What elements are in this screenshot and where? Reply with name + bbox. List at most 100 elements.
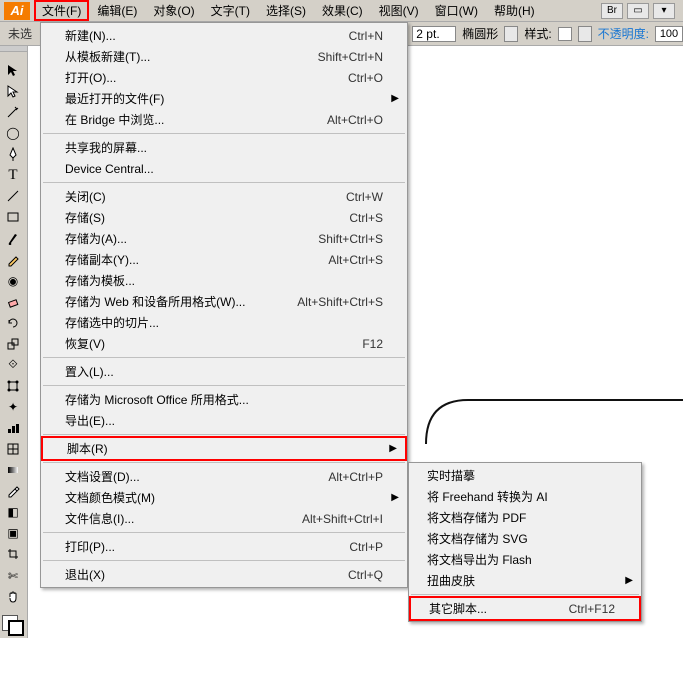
tool-magic-wand[interactable]	[0, 102, 26, 123]
submenu-arrow-icon: ▶	[391, 93, 399, 104]
tool-symbol-sprayer[interactable]: ✦	[0, 396, 26, 417]
file-menu-item[interactable]: 导出(E)...	[41, 410, 407, 431]
file-menu-item[interactable]: 文档设置(D)...Alt+Ctrl+P	[41, 466, 407, 487]
color-swatches[interactable]	[0, 613, 26, 638]
tool-direct-select[interactable]	[0, 81, 26, 102]
file-menu-item[interactable]: 共享我的屏幕...	[41, 137, 407, 158]
tool-line[interactable]	[0, 186, 26, 207]
menu-separator	[43, 182, 405, 183]
file-menu-item[interactable]: 存储(S)Ctrl+S	[41, 207, 407, 228]
tool-live-paint[interactable]: ▣	[0, 523, 26, 544]
menu-item-label: 关闭(C)	[65, 188, 273, 205]
file-menu-item[interactable]: 存储副本(Y)...Alt+Ctrl+S	[41, 249, 407, 270]
menu-help[interactable]: 帮助(H)	[486, 0, 543, 21]
tool-paintbrush[interactable]	[0, 228, 26, 249]
menu-window[interactable]: 窗口(W)	[427, 0, 486, 21]
menu-item-label: Device Central...	[65, 162, 273, 176]
file-menu-item[interactable]: 存储为 Web 和设备所用格式(W)...Alt+Shift+Ctrl+S	[41, 291, 407, 312]
tools-panel: ◯ T ◉ ⟐ ✦ ◧ ▣ ✄	[0, 46, 28, 638]
opacity-label: 不透明度:	[598, 25, 649, 42]
tool-mesh[interactable]	[0, 439, 26, 460]
menu-item-label: 打印(P)...	[65, 538, 273, 555]
script-menu-item[interactable]: 将 Freehand 转换为 AI	[409, 486, 641, 507]
tool-free-transform[interactable]	[0, 375, 26, 396]
tool-crop[interactable]	[0, 544, 26, 565]
file-menu-item[interactable]: 关闭(C)Ctrl+W	[41, 186, 407, 207]
arrange-dd[interactable]: ▾	[653, 3, 675, 19]
file-menu-item[interactable]: 在 Bridge 中浏览...Alt+Ctrl+O	[41, 109, 407, 130]
tool-eyedropper[interactable]	[0, 481, 26, 502]
menu-item-label: 存储(S)	[65, 209, 273, 226]
file-menu-item[interactable]: 存储为模板...	[41, 270, 407, 291]
menu-item-shortcut: Ctrl+P	[273, 540, 383, 554]
menu-item-shortcut: Ctrl+F12	[569, 602, 615, 616]
script-menu-item[interactable]: 将文档存储为 SVG	[409, 528, 641, 549]
menu-view[interactable]: 视图(V)	[371, 0, 427, 21]
file-menu-item[interactable]: 新建(N)...Ctrl+N	[41, 25, 407, 46]
script-menu-item[interactable]: 扭曲皮肤▶	[409, 570, 641, 591]
menu-item-label: 文件信息(I)...	[65, 510, 273, 527]
file-menu-item[interactable]: 置入(L)...	[41, 361, 407, 382]
tool-slice[interactable]: ✄	[0, 565, 26, 586]
tool-hand[interactable]	[0, 586, 26, 607]
file-menu-item[interactable]: 脚本(R)▶	[41, 436, 407, 461]
tool-eraser[interactable]	[0, 291, 26, 312]
tool-rectangle[interactable]	[0, 207, 26, 228]
bridge-button[interactable]: Br	[601, 3, 623, 19]
menu-edit[interactable]: 编辑(E)	[89, 0, 145, 21]
tool-pencil[interactable]	[0, 249, 26, 270]
menu-item-label: 恢复(V)	[65, 335, 273, 352]
stroke-dropdown[interactable]	[504, 26, 518, 42]
menu-effect[interactable]: 效果(C)	[314, 0, 371, 21]
tool-scale[interactable]	[0, 333, 26, 354]
file-menu-item[interactable]: 退出(X)Ctrl+Q	[41, 564, 407, 585]
tool-lasso[interactable]: ◯	[0, 123, 26, 144]
menu-object[interactable]: 对象(O)	[145, 0, 202, 21]
opacity-field[interactable]: 100	[655, 26, 683, 42]
menu-separator	[411, 594, 639, 595]
tool-graph[interactable]	[0, 418, 26, 439]
file-menu-item[interactable]: 存储选中的切片...	[41, 312, 407, 333]
file-menu-item[interactable]: 最近打开的文件(F)▶	[41, 88, 407, 109]
tool-blend[interactable]: ◧	[0, 502, 26, 523]
style-dropdown[interactable]	[578, 26, 592, 42]
script-menu-item[interactable]: 将文档导出为 Flash	[409, 549, 641, 570]
menu-item-label: 存储副本(Y)...	[65, 251, 273, 268]
arrange-button[interactable]: ▭	[627, 3, 649, 19]
script-menu-item[interactable]: 将文档存储为 PDF	[409, 507, 641, 528]
file-menu-item[interactable]: 恢复(V)F12	[41, 333, 407, 354]
tool-rotate[interactable]	[0, 312, 26, 333]
menu-item-label: 脚本(R)	[67, 440, 271, 457]
style-label: 样式:	[524, 25, 551, 42]
menu-item-shortcut: Shift+Ctrl+S	[273, 232, 383, 246]
tool-pen[interactable]	[0, 144, 26, 165]
menu-item-label: 文档设置(D)...	[65, 468, 273, 485]
stroke-weight-field[interactable]: 2 pt.	[412, 26, 456, 42]
menu-select[interactable]: 选择(S)	[258, 0, 314, 21]
menu-separator	[43, 385, 405, 386]
file-menu-item[interactable]: 文件信息(I)...Alt+Shift+Ctrl+I	[41, 508, 407, 529]
app-logo: Ai	[4, 2, 30, 20]
style-swatch[interactable]	[558, 27, 572, 41]
file-menu-item[interactable]: 存储为(A)...Shift+Ctrl+S	[41, 228, 407, 249]
menu-item-label: 将文档存储为 SVG	[427, 530, 617, 547]
tool-warp[interactable]: ⟐	[0, 354, 26, 375]
stroke-swatch[interactable]	[8, 620, 24, 636]
tool-gradient[interactable]	[0, 460, 26, 481]
file-menu-item[interactable]: 打开(O)...Ctrl+O	[41, 67, 407, 88]
script-menu-item[interactable]: 其它脚本...Ctrl+F12	[409, 596, 641, 621]
menu-file[interactable]: 文件(F)	[34, 0, 89, 21]
file-menu-item[interactable]: 从模板新建(T)...Shift+Ctrl+N	[41, 46, 407, 67]
file-menu-item[interactable]: 打印(P)...Ctrl+P	[41, 536, 407, 557]
menu-separator	[43, 462, 405, 463]
file-menu-item[interactable]: 文档颜色模式(M)▶	[41, 487, 407, 508]
menu-text[interactable]: 文字(T)	[203, 0, 258, 21]
tool-blob-brush[interactable]: ◉	[0, 270, 26, 291]
file-menu-item[interactable]: 存储为 Microsoft Office 所用格式...	[41, 389, 407, 410]
file-menu-item[interactable]: Device Central...	[41, 158, 407, 179]
menu-separator	[43, 560, 405, 561]
script-submenu: 实时描摹将 Freehand 转换为 AI将文档存储为 PDF 将文档存储为 SV…	[408, 462, 642, 622]
tool-selection[interactable]	[0, 59, 26, 80]
tool-type[interactable]: T	[0, 165, 26, 186]
script-menu-item[interactable]: 实时描摹	[409, 465, 641, 486]
